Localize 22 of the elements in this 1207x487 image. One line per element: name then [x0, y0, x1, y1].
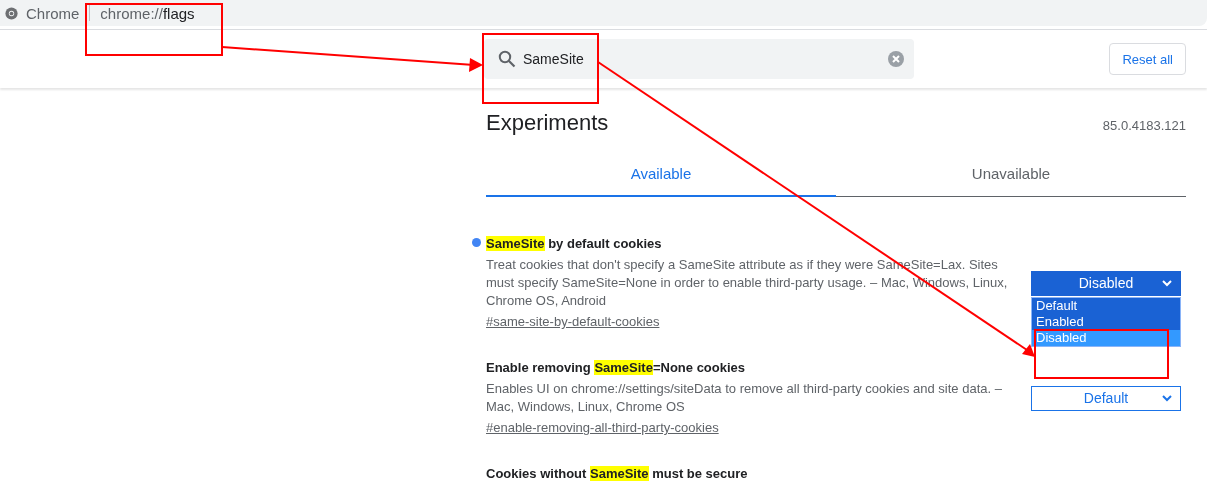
- flag-link[interactable]: #enable-removing-all-third-party-cookies: [486, 420, 719, 435]
- page-title: Experiments: [486, 110, 609, 136]
- flag-title: Cookies without SameSite must be secure: [486, 466, 748, 481]
- dropdown-option[interactable]: Default: [1032, 297, 1180, 314]
- flag-title: SameSite by default cookies: [486, 236, 662, 251]
- site-label: Chrome: [26, 4, 80, 22]
- dropdown[interactable]: Disabled: [1031, 270, 1181, 296]
- clear-icon[interactable]: [888, 51, 904, 67]
- tab[interactable]: Unavailable: [836, 152, 1186, 197]
- search-field[interactable]: SameSite: [484, 39, 914, 79]
- flag-link[interactable]: #same-site-by-default-cookies: [486, 314, 660, 329]
- tab[interactable]: Available: [486, 152, 836, 197]
- flag-description: Enables UI on chrome://settings/siteData to remove all third-party cookies and site data. – Mac, Windows, Linux, Chrome OS: [486, 380, 1003, 416]
- chevron-down-icon: [1162, 394, 1172, 402]
- url-text: chrome://flags: [100, 4, 195, 22]
- browser-logo-icon: [5, 6, 18, 20]
- address-bar[interactable]: Chrome chrome://flags: [0, 0, 1207, 26]
- chevron-down-icon: [1162, 279, 1172, 287]
- dropdown-option[interactable]: Enabled: [1032, 313, 1180, 330]
- reset-all-button[interactable]: Reset all: [1109, 43, 1186, 75]
- dropdown[interactable]: Default: [1031, 385, 1181, 411]
- version-label: 85.0.4183.121: [1102, 118, 1186, 133]
